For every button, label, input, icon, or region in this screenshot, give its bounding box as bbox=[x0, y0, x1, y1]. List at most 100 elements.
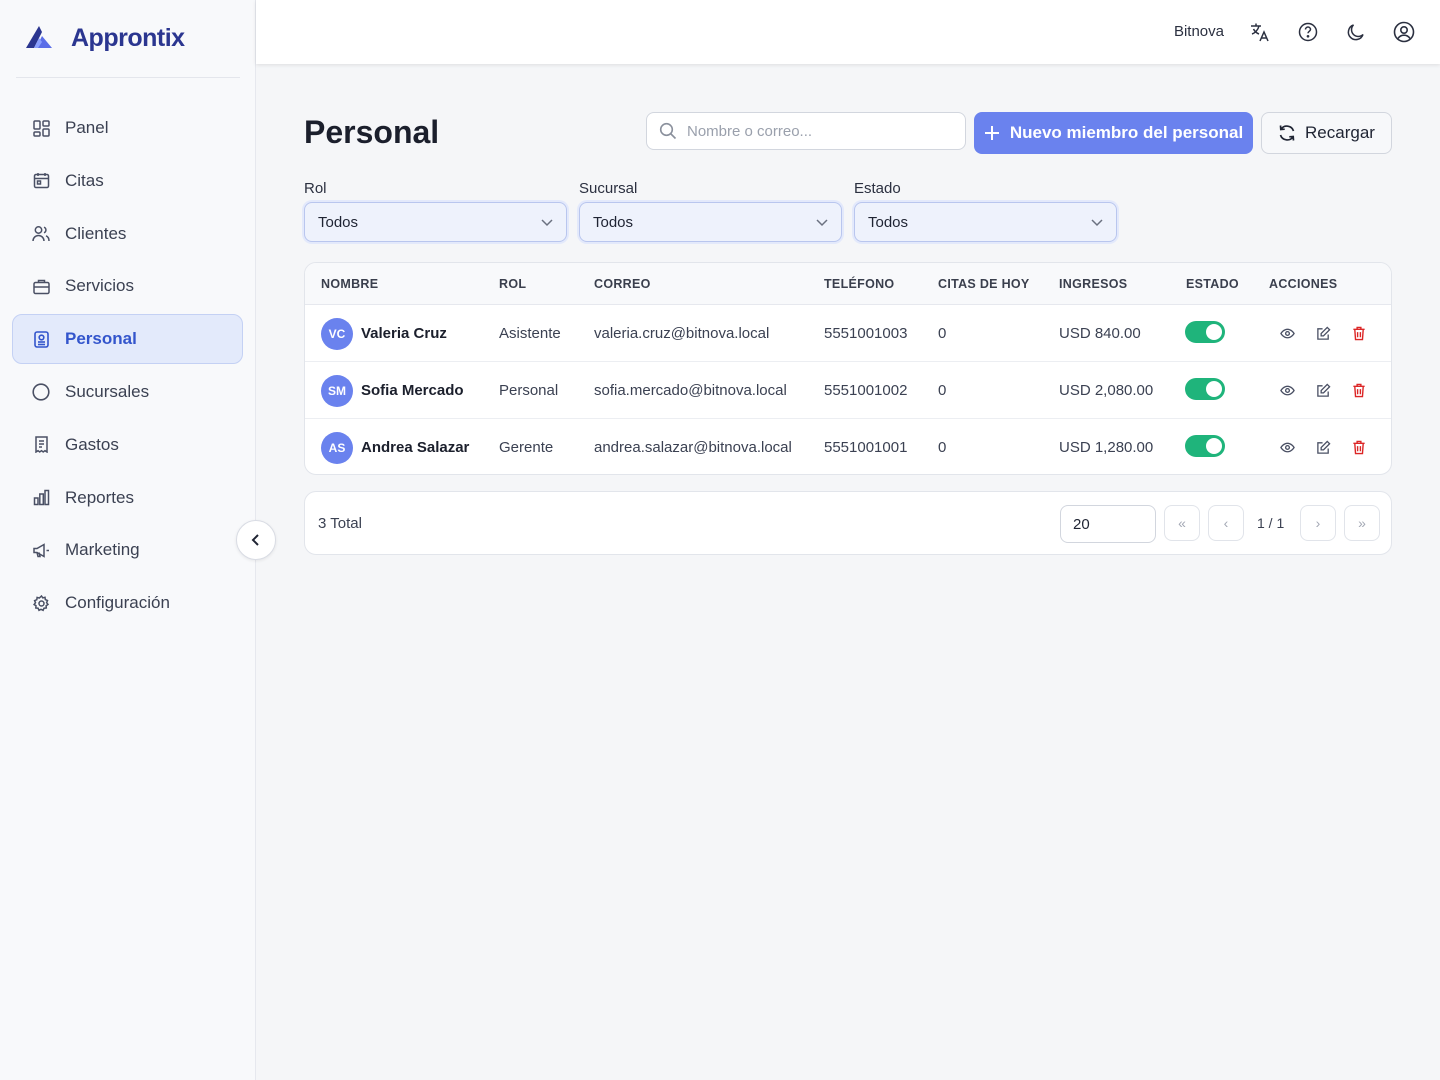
select-value: Todos bbox=[868, 213, 909, 231]
sidebar-item-label: Sucursales bbox=[65, 381, 150, 401]
filter-label: Rol bbox=[304, 180, 327, 197]
staff-role: Asistente bbox=[499, 325, 561, 342]
sidebar-item-label: Servicios bbox=[65, 276, 134, 296]
staff-name: Valeria Cruz bbox=[361, 325, 447, 342]
user-account-icon[interactable] bbox=[1392, 20, 1416, 44]
avatar: VC bbox=[321, 318, 353, 350]
sidebar-item-label: Configuración bbox=[65, 593, 170, 613]
dashboard-icon bbox=[32, 119, 50, 137]
sidebar-item-sucursales[interactable]: Sucursales bbox=[12, 367, 243, 417]
role-select[interactable]: Todos bbox=[304, 202, 567, 242]
megaphone-icon bbox=[32, 541, 50, 559]
help-icon[interactable] bbox=[1296, 20, 1320, 44]
sidebar-item-reportes[interactable]: Reportes bbox=[12, 473, 243, 523]
staff-phone: 5551001002 bbox=[824, 382, 908, 399]
trash-icon[interactable] bbox=[1350, 324, 1368, 342]
staff-income: USD 1,280.00 bbox=[1059, 439, 1154, 456]
collapse-sidebar-button[interactable] bbox=[236, 520, 276, 560]
page-size-select[interactable]: 20 bbox=[1060, 505, 1156, 543]
next-page-button[interactable]: › bbox=[1300, 505, 1336, 541]
translate-icon[interactable] bbox=[1248, 20, 1272, 44]
column-header[interactable]: NOMBRE bbox=[321, 277, 378, 291]
filter-sucursal: Sucursal Todos bbox=[579, 180, 842, 242]
staff-name: Sofia Mercado bbox=[361, 382, 464, 399]
first-page-button[interactable]: « bbox=[1164, 505, 1200, 541]
edit-icon[interactable] bbox=[1314, 381, 1332, 399]
staff-phone: 5551001003 bbox=[824, 325, 908, 342]
sidebar-item-marketing[interactable]: Marketing bbox=[12, 525, 243, 575]
page-title: Personal bbox=[304, 114, 440, 150]
plus-icon bbox=[984, 125, 1000, 141]
filter-label: Sucursal bbox=[579, 180, 638, 197]
chevron-down-icon bbox=[541, 219, 553, 227]
sidebar-item-citas[interactable]: Citas bbox=[12, 156, 243, 206]
moon-icon[interactable] bbox=[1344, 20, 1368, 44]
staff-email: andrea.salazar@bitnova.local bbox=[594, 439, 792, 456]
sidebar: Approntix Panel Citas Clientes Servicios bbox=[0, 0, 256, 1080]
column-header[interactable]: ESTADO bbox=[1186, 277, 1239, 291]
page-info: 1 / 1 bbox=[1257, 515, 1285, 531]
total-count: 3 Total bbox=[318, 515, 362, 532]
logo[interactable]: Approntix bbox=[16, 16, 240, 78]
eye-icon[interactable] bbox=[1278, 381, 1296, 399]
chevron-down-icon bbox=[1091, 219, 1103, 227]
tenant-name[interactable]: Bitnova bbox=[1174, 23, 1224, 40]
calendar-icon bbox=[32, 172, 50, 190]
status-toggle[interactable] bbox=[1185, 378, 1225, 400]
staff-today-appointments: 0 bbox=[938, 325, 947, 342]
column-header[interactable]: ROL bbox=[499, 277, 526, 291]
reload-button[interactable]: Recargar bbox=[1261, 112, 1392, 154]
prev-page-button[interactable]: ‹ bbox=[1208, 505, 1244, 541]
staff-income: USD 2,080.00 bbox=[1059, 382, 1154, 399]
table-row[interactable]: AS Andrea Salazar Gerente andrea.salazar… bbox=[305, 419, 1391, 474]
staff-role: Personal bbox=[499, 382, 559, 399]
receipt-icon bbox=[32, 436, 50, 454]
sidebar-item-label: Reportes bbox=[65, 487, 134, 507]
users-icon bbox=[32, 225, 50, 243]
logo-icon bbox=[26, 26, 52, 48]
sidebar-item-label: Marketing bbox=[65, 540, 140, 560]
filter-label: Estado bbox=[854, 180, 901, 197]
staff-table: NOMBRE ROL CORREO TELÉFONO CITAS DE HOY … bbox=[304, 262, 1392, 475]
sidebar-item-panel[interactable]: Panel bbox=[12, 103, 243, 153]
status-select[interactable]: Todos bbox=[854, 202, 1117, 242]
sidebar-nav: Panel Citas Clientes Servicios Personal bbox=[12, 103, 243, 631]
avatar: AS bbox=[321, 432, 353, 464]
edit-icon[interactable] bbox=[1314, 438, 1332, 456]
column-header[interactable]: TELÉFONO bbox=[824, 277, 894, 291]
briefcase-icon bbox=[32, 277, 50, 295]
status-toggle[interactable] bbox=[1185, 435, 1225, 457]
status-toggle[interactable] bbox=[1185, 321, 1225, 343]
eye-icon[interactable] bbox=[1278, 438, 1296, 456]
table-row[interactable]: SM Sofia Mercado Personal sofia.mercado@… bbox=[305, 362, 1391, 419]
sidebar-item-label: Personal bbox=[65, 329, 137, 349]
select-value: Todos bbox=[318, 213, 359, 231]
branch-select[interactable]: Todos bbox=[579, 202, 842, 242]
sidebar-item-configuracion[interactable]: Configuración bbox=[12, 578, 243, 628]
sidebar-item-personal[interactable]: Personal bbox=[12, 314, 243, 365]
select-value: Todos bbox=[593, 213, 634, 231]
eye-icon[interactable] bbox=[1278, 324, 1296, 342]
badge-icon bbox=[32, 330, 50, 348]
new-staff-button-label: Nuevo miembro del personal bbox=[1009, 123, 1244, 142]
bar-chart-icon bbox=[32, 489, 50, 507]
brand-name: Approntix bbox=[71, 24, 185, 52]
column-header[interactable]: CITAS DE HOY bbox=[938, 277, 1030, 291]
search-input[interactable] bbox=[687, 122, 947, 140]
last-page-button[interactable]: » bbox=[1344, 505, 1380, 541]
new-staff-button[interactable]: Nuevo miembro del personal bbox=[974, 112, 1253, 154]
staff-email: valeria.cruz@bitnova.local bbox=[594, 325, 770, 342]
trash-icon[interactable] bbox=[1350, 381, 1368, 399]
sidebar-item-servicios[interactable]: Servicios bbox=[12, 261, 243, 311]
column-header[interactable]: INGRESOS bbox=[1059, 277, 1127, 291]
staff-today-appointments: 0 bbox=[938, 382, 947, 399]
column-header[interactable]: CORREO bbox=[594, 277, 651, 291]
filter-estado: Estado Todos bbox=[854, 180, 1117, 242]
sidebar-item-clientes[interactable]: Clientes bbox=[12, 209, 243, 259]
sidebar-item-gastos[interactable]: Gastos bbox=[12, 420, 243, 470]
table-row[interactable]: VC Valeria Cruz Asistente valeria.cruz@b… bbox=[305, 305, 1391, 362]
column-header: ACCIONES bbox=[1269, 277, 1338, 291]
edit-icon[interactable] bbox=[1314, 324, 1332, 342]
trash-icon[interactable] bbox=[1350, 438, 1368, 456]
sidebar-item-label: Panel bbox=[65, 118, 109, 137]
